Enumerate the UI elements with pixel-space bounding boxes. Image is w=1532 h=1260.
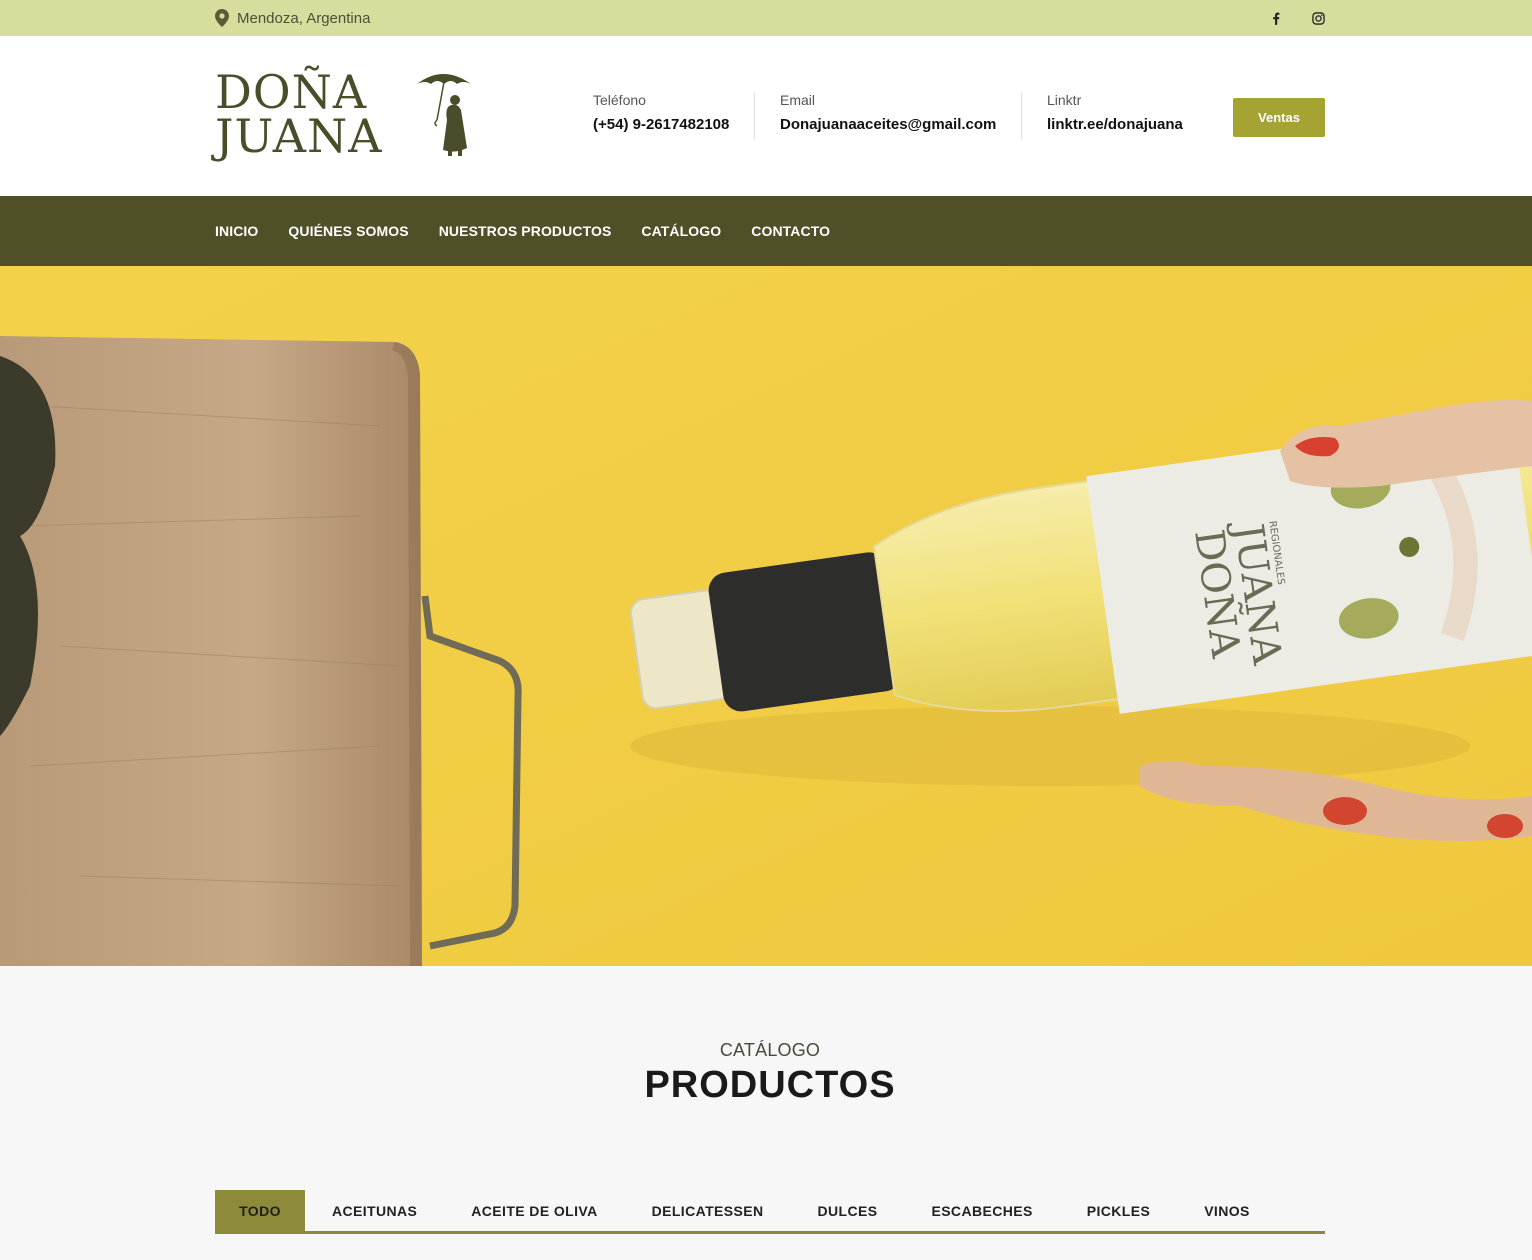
main-nav: INICIO QUIÉNES SOMOS NUESTROS PRODUCTOS … (0, 196, 1532, 266)
instagram-icon[interactable] (1311, 11, 1325, 25)
hero-banner: DOÑA JUANA REGIONALES (0, 266, 1532, 966)
contact-linktr: Linktr linktr.ee/donajuana (1047, 92, 1183, 142)
phone-value[interactable]: (+54) 9-2617482108 (593, 116, 729, 133)
contact-label: Linktr (1047, 92, 1082, 108)
umbrella-lady-icon (417, 74, 471, 156)
hero-image: DOÑA JUANA REGIONALES (0, 266, 1532, 966)
contact-label: Teléfono (593, 92, 646, 108)
divider (754, 93, 755, 139)
tab-vinos[interactable]: VINOS (1177, 1190, 1277, 1231)
tab-dulces[interactable]: DULCES (790, 1190, 904, 1231)
site-header: DOÑA JUANA Teléfono (+54) 9-2617482108 E… (0, 36, 1532, 196)
tab-aceitunas[interactable]: ACEITUNAS (305, 1190, 444, 1231)
facebook-icon[interactable] (1269, 11, 1283, 25)
location-text: Mendoza, Argentina (237, 9, 371, 27)
logo[interactable]: DOÑA JUANA (215, 65, 475, 166)
nav-item-inicio[interactable]: INICIO (215, 223, 258, 239)
nav-item-catalogo[interactable]: CATÁLOGO (641, 223, 721, 239)
location: Mendoza, Argentina (215, 0, 370, 36)
nav-item-quienes-somos[interactable]: QUIÉNES SOMOS (288, 223, 408, 239)
linktr-value[interactable]: linktr.ee/donajuana (1047, 116, 1183, 133)
divider (1021, 93, 1022, 139)
map-pin-icon (215, 9, 229, 27)
product-filter-tabs: TODO ACEITUNAS ACEITE DE OLIVA DELICATES… (215, 1190, 1325, 1234)
nav-item-contacto[interactable]: CONTACTO (751, 223, 830, 239)
tab-escabeches[interactable]: ESCABECHES (904, 1190, 1059, 1231)
social-links (1269, 0, 1325, 36)
tab-pickles[interactable]: PICKLES (1060, 1190, 1177, 1231)
contact-phone: Teléfono (+54) 9-2617482108 (593, 92, 729, 142)
section-kicker: CATÁLOGO (719, 1040, 821, 1060)
contact-email: Email Donajuanaaceites@gmail.com (780, 92, 996, 142)
logo-line-1: DOÑA (215, 65, 368, 119)
tab-todo[interactable]: TODO (215, 1190, 305, 1231)
tab-delicatessen[interactable]: DELICATESSEN (625, 1190, 791, 1231)
contact-label: Email (780, 92, 816, 108)
section-title: PRODUCTOS (644, 1064, 896, 1106)
nav-item-nuestros-productos[interactable]: NUESTROS PRODUCTOS (439, 223, 612, 239)
catalog-section: CATÁLOGO PRODUCTOS TODO ACEITUNAS ACEITE… (0, 966, 1532, 1260)
top-bar: Mendoza, Argentina (0, 0, 1532, 36)
logo-line-2: JUANA (215, 109, 383, 163)
logo-wordmark: DOÑA JUANA (215, 65, 383, 163)
ventas-button[interactable]: Ventas (1233, 98, 1325, 137)
tab-aceite-de-oliva[interactable]: ACEITE DE OLIVA (444, 1190, 624, 1231)
email-value[interactable]: Donajuanaaceites@gmail.com (780, 116, 996, 133)
